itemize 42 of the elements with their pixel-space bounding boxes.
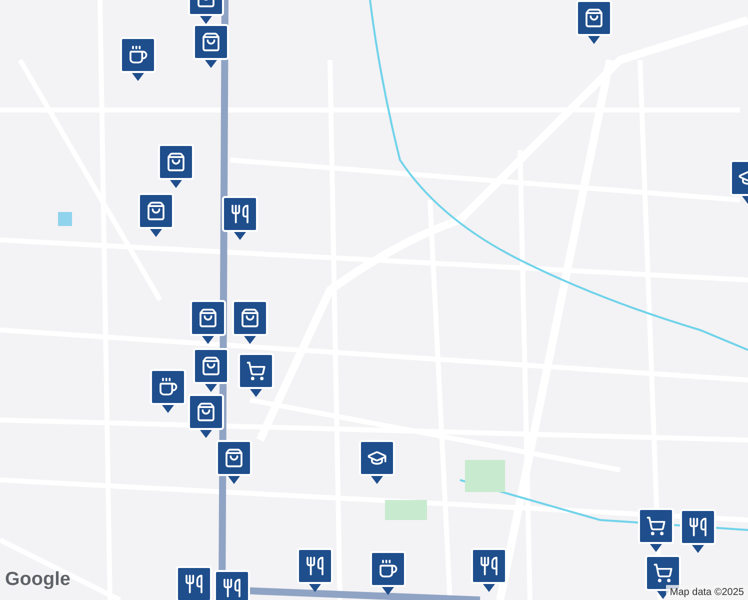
- coffee-cup-icon: [158, 377, 178, 397]
- map-pin[interactable]: [120, 37, 156, 81]
- map-pin[interactable]: [238, 353, 274, 397]
- map-pin[interactable]: [193, 24, 229, 68]
- shopping-bag-icon: [584, 8, 604, 28]
- shopping-bag-icon: [240, 308, 260, 328]
- fork-knife-icon: [479, 556, 499, 576]
- map-pin[interactable]: [576, 0, 612, 44]
- shopping-bag-icon: [196, 402, 216, 422]
- coffee-cup-icon: [378, 559, 398, 579]
- fork-knife-icon: [230, 204, 250, 224]
- google-logo: Google: [5, 568, 70, 592]
- fork-knife-icon: [222, 578, 242, 598]
- map-pin[interactable]: [138, 193, 174, 237]
- map-pin[interactable]: [176, 566, 212, 600]
- fork-knife-icon: [305, 556, 325, 576]
- map-pin[interactable]: [638, 508, 674, 552]
- map-pin[interactable]: [370, 551, 406, 595]
- map-pin[interactable]: [158, 144, 194, 188]
- map-pin[interactable]: [216, 440, 252, 484]
- shopping-bag-icon: [166, 152, 186, 172]
- map-pin[interactable]: [150, 369, 186, 413]
- shopping-cart-icon: [246, 361, 266, 381]
- map-pin[interactable]: [188, 394, 224, 438]
- fork-knife-icon: [184, 574, 204, 594]
- map-pin[interactable]: [222, 196, 258, 240]
- map-pin[interactable]: [471, 548, 507, 592]
- map-pin[interactable]: [297, 548, 333, 592]
- shopping-bag-icon: [224, 448, 244, 468]
- coffee-cup-icon: [128, 45, 148, 65]
- map-pin[interactable]: [232, 300, 268, 344]
- shopping-bag-icon: [201, 356, 221, 376]
- map-pin[interactable]: [359, 440, 395, 484]
- shopping-bag-icon: [146, 201, 166, 221]
- map-pin[interactable]: [193, 348, 229, 392]
- shopping-cart-icon: [646, 516, 666, 536]
- shopping-bag-icon: [201, 32, 221, 52]
- map-pin[interactable]: [680, 509, 716, 553]
- shopping-cart-icon: [653, 563, 673, 583]
- map-pin[interactable]: [190, 300, 226, 344]
- fork-knife-icon: [688, 517, 708, 537]
- shopping-bag-icon: [198, 308, 218, 328]
